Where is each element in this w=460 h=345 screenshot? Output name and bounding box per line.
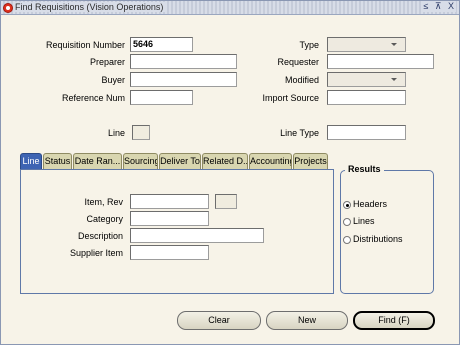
find-button[interactable]: Find (F)	[353, 311, 435, 330]
find-requisitions-window: Find Requisitions (Vision Operations) ≤ …	[0, 0, 460, 345]
preparer-field[interactable]	[130, 54, 237, 69]
description-field[interactable]	[130, 228, 264, 243]
results-groupbox	[340, 170, 434, 294]
new-button[interactable]: New	[266, 311, 348, 330]
clear-button[interactable]: Clear	[177, 311, 261, 330]
window-title: Find Requisitions (Vision Operations)	[15, 2, 167, 12]
reference-num-field[interactable]	[130, 90, 193, 105]
item-rev-label: Item, Rev	[84, 197, 123, 207]
tab-accounting[interactable]: Accounting	[249, 153, 292, 169]
import-source-label: Import Source	[262, 93, 319, 103]
chevron-down-icon	[391, 43, 397, 46]
supplier-item-label: Supplier Item	[69, 248, 123, 258]
modified-select[interactable]	[327, 72, 406, 87]
modified-label: Modified	[284, 75, 319, 85]
requisition-number-field[interactable]: 5646	[130, 37, 193, 52]
preparer-label: Preparer	[89, 57, 125, 67]
reference-num-label: Reference Num	[61, 93, 125, 103]
requester-label: Requester	[277, 57, 319, 67]
tab-sourcing[interactable]: Sourcing	[123, 153, 158, 169]
buyer-label: Buyer	[101, 75, 125, 85]
line-field[interactable]	[132, 125, 150, 140]
results-title: Results	[345, 164, 384, 174]
description-label: Description	[77, 231, 123, 241]
tab-deliver-to[interactable]: Deliver To	[159, 153, 201, 169]
headers-radio[interactable]	[343, 201, 351, 209]
supplier-item-field[interactable]	[130, 245, 209, 260]
tab-projects[interactable]: Projects	[293, 153, 328, 169]
requisition-number-label: Requisition Number	[45, 40, 125, 50]
distributions-radio-label[interactable]: Distributions	[353, 234, 403, 244]
line-type-label: Line Type	[280, 128, 319, 138]
lines-radio-label[interactable]: Lines	[353, 216, 375, 226]
tab-date-range[interactable]: Date Ran...	[73, 153, 122, 169]
window-controls[interactable]: ≤ ⊼ X	[421, 1, 456, 12]
tab-status[interactable]: Status	[43, 153, 72, 169]
oracle-app-icon	[3, 3, 13, 13]
category-field[interactable]	[130, 211, 209, 226]
tab-line[interactable]: Line	[20, 153, 42, 170]
chevron-down-icon	[391, 78, 397, 81]
headers-radio-label[interactable]: Headers	[353, 199, 387, 209]
lines-radio[interactable]	[343, 218, 351, 226]
tab-related-documents[interactable]: Related D...	[202, 153, 248, 169]
revision-field[interactable]	[215, 194, 237, 209]
type-label: Type	[299, 40, 319, 50]
distributions-radio[interactable]	[343, 236, 351, 244]
category-label: Category	[86, 214, 123, 224]
buyer-field[interactable]	[130, 72, 237, 87]
type-select[interactable]	[327, 37, 406, 52]
import-source-field[interactable]	[327, 90, 406, 105]
item-field[interactable]	[130, 194, 209, 209]
line-type-field[interactable]	[327, 125, 406, 140]
title-bar: Find Requisitions (Vision Operations) ≤ …	[1, 1, 459, 15]
requester-field[interactable]	[327, 54, 434, 69]
line-label: Line	[107, 128, 125, 138]
